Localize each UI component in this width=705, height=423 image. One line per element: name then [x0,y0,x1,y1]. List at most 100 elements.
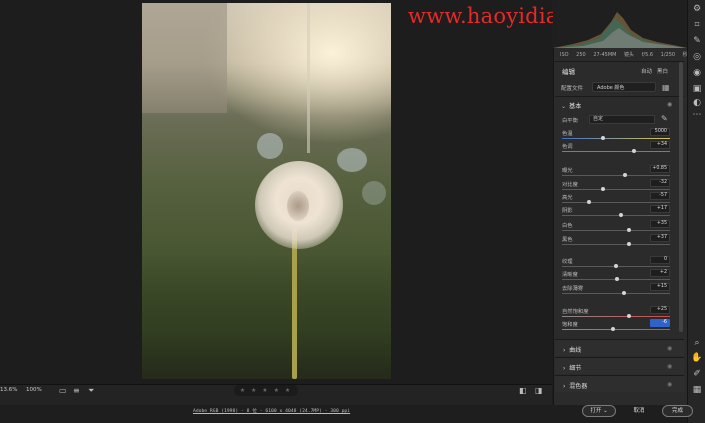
slider-value-input[interactable]: -32 [650,179,670,187]
slider-track[interactable] [562,138,670,139]
basic-section-header[interactable]: ⌄ 基本 [561,101,581,110]
open-button[interactable]: 打开 ⌄ [582,405,616,417]
photo-dandelion-core [287,191,309,221]
slider-knob[interactable] [601,136,606,140]
slider-value-input[interactable]: +37 [650,234,670,242]
slider-knob[interactable] [587,200,591,204]
slider-track[interactable] [562,175,670,176]
slider-value-input[interactable]: -57 [650,192,670,200]
zoom-100-value[interactable]: 100% [26,387,42,393]
dandelion-photo[interactable] [142,3,391,379]
slider-label: 对比度 [562,182,578,188]
slider-label: 自然饱和度 [562,309,589,315]
zoom-fit-value[interactable]: 13.6% [0,387,17,393]
section-curves-label: 曲线 [569,347,582,354]
slider-value-input[interactable]: +34 [650,141,670,149]
slider-value-input[interactable]: +2 [650,269,670,277]
chevron-down-icon: ⌄ [561,103,567,110]
section-detail-label: 细节 [569,365,582,372]
visibility-eye-icon[interactable]: ◉ [667,363,672,370]
eyedropper-icon[interactable]: ✎ [661,114,668,123]
slider-track[interactable] [562,230,670,231]
slider-track[interactable] [562,244,670,245]
slider-label: 白色 [562,223,573,229]
profile-browser-icon[interactable]: ▦ [662,83,670,92]
panel-scrollbar[interactable] [679,62,683,332]
slider-knob[interactable] [622,173,627,177]
slider-value-input[interactable]: +17 [650,205,670,213]
photo-background-building [142,3,227,113]
black-white-button[interactable]: 黑白 [657,67,668,75]
slider-value-input[interactable]: +25 [650,306,670,314]
slider-label: 清晰度 [562,272,578,278]
divider [555,61,684,62]
slider-label: 去除薄雾 [562,286,584,292]
slider-value-input[interactable]: 5000 [650,128,670,136]
snapshots-icon[interactable]: ◐ [691,97,703,109]
slider-knob[interactable] [626,314,631,318]
slider-knob[interactable] [614,264,618,268]
photo-background-pole [307,3,310,153]
cancel-button[interactable]: 取消 [623,405,655,417]
section-detail[interactable]: › 细节 ◉ [555,357,684,374]
slider-value-input[interactable]: +15 [650,283,670,291]
visibility-eye-icon[interactable]: ◉ [667,345,672,352]
star-rating[interactable]: ★ ★ ★ ★ ★ [234,385,298,396]
presets-icon[interactable]: ▣ [691,83,703,95]
chevron-down-icon: ⌄ [603,408,608,414]
zoom-icon[interactable]: ⌕ [691,337,703,349]
slider-track[interactable] [562,316,670,317]
histogram [553,0,687,48]
white-balance-label: 白平衡 [562,118,578,124]
chevron-right-icon: › [563,347,566,354]
basic-section-label: 基本 [569,103,582,110]
visibility-eye-icon[interactable]: ◉ [667,381,672,388]
edit-icon[interactable]: ⚙ [691,3,703,15]
chevron-right-icon: › [563,365,566,372]
visibility-eye-icon[interactable]: ◉ [667,101,672,108]
sort-icon[interactable]: ≡ [73,386,80,395]
slider-value-input[interactable]: 0 [650,256,670,264]
white-balance-select[interactable]: 自定 [589,115,655,124]
shutter-value: 1/250 秒 [660,52,688,58]
slider-track[interactable] [562,329,670,330]
workflow-options-link[interactable]: Adobe RGB (1998) - 8 位 - 6100 x 4048 (24… [193,408,350,414]
profile-label: 配置文件 [561,86,584,92]
slider-track[interactable] [562,293,670,294]
photo-sun-glow [202,3,391,143]
slider-track[interactable] [562,202,670,203]
slider-knob[interactable] [610,327,615,331]
photo-dandelion-stem [292,228,297,379]
photo-bokeh [362,181,386,205]
filmstrip-icon[interactable]: ▭ [59,386,67,395]
slider-track[interactable] [562,151,670,152]
slider-value-input[interactable]: +35 [650,220,670,228]
slider-value-input[interactable]: +0.85 [650,165,670,173]
section-curves[interactable]: › 曲线 ◉ [555,339,684,356]
auto-button[interactable]: 自动 [641,67,652,75]
before-after-icon[interactable]: ◧ [519,386,527,395]
slider-knob[interactable] [626,228,631,232]
slider-knob[interactable] [626,242,631,246]
right-toolbar: ⚙ ⌗ ✎ ◎ ◉ ▣ ◐ ⋯ ⌕ ✋ ✐ ▦ [687,0,705,423]
slider-track[interactable] [562,215,670,216]
red-eye-icon[interactable]: ◉ [691,67,703,79]
crop-icon[interactable]: ⌗ [691,19,703,31]
done-button[interactable]: 完成 [662,405,693,417]
slider-knob[interactable] [601,187,606,191]
healing-brush-icon[interactable]: ✎ [691,35,703,47]
histogram-graph [553,12,687,48]
profile-select[interactable]: Adobe 颜色 [592,82,656,92]
slider-value-input[interactable]: -6 [650,319,670,327]
grid-overlay-icon[interactable]: ▦ [691,384,703,396]
toggle-view-icon[interactable]: ◨ [535,386,543,395]
slider-knob[interactable] [621,291,626,295]
color-sampler-icon[interactable]: ✐ [691,368,703,380]
more-icon[interactable]: ⋯ [691,109,703,121]
hand-icon[interactable]: ✋ [691,352,703,364]
slider-track[interactable] [562,189,670,190]
masking-icon[interactable]: ◎ [691,51,703,63]
filter-icon[interactable]: ⏷ [88,386,94,396]
section-color-mixer[interactable]: › 混色器 ◉ [555,375,684,392]
chevron-right-icon: › [563,383,566,390]
